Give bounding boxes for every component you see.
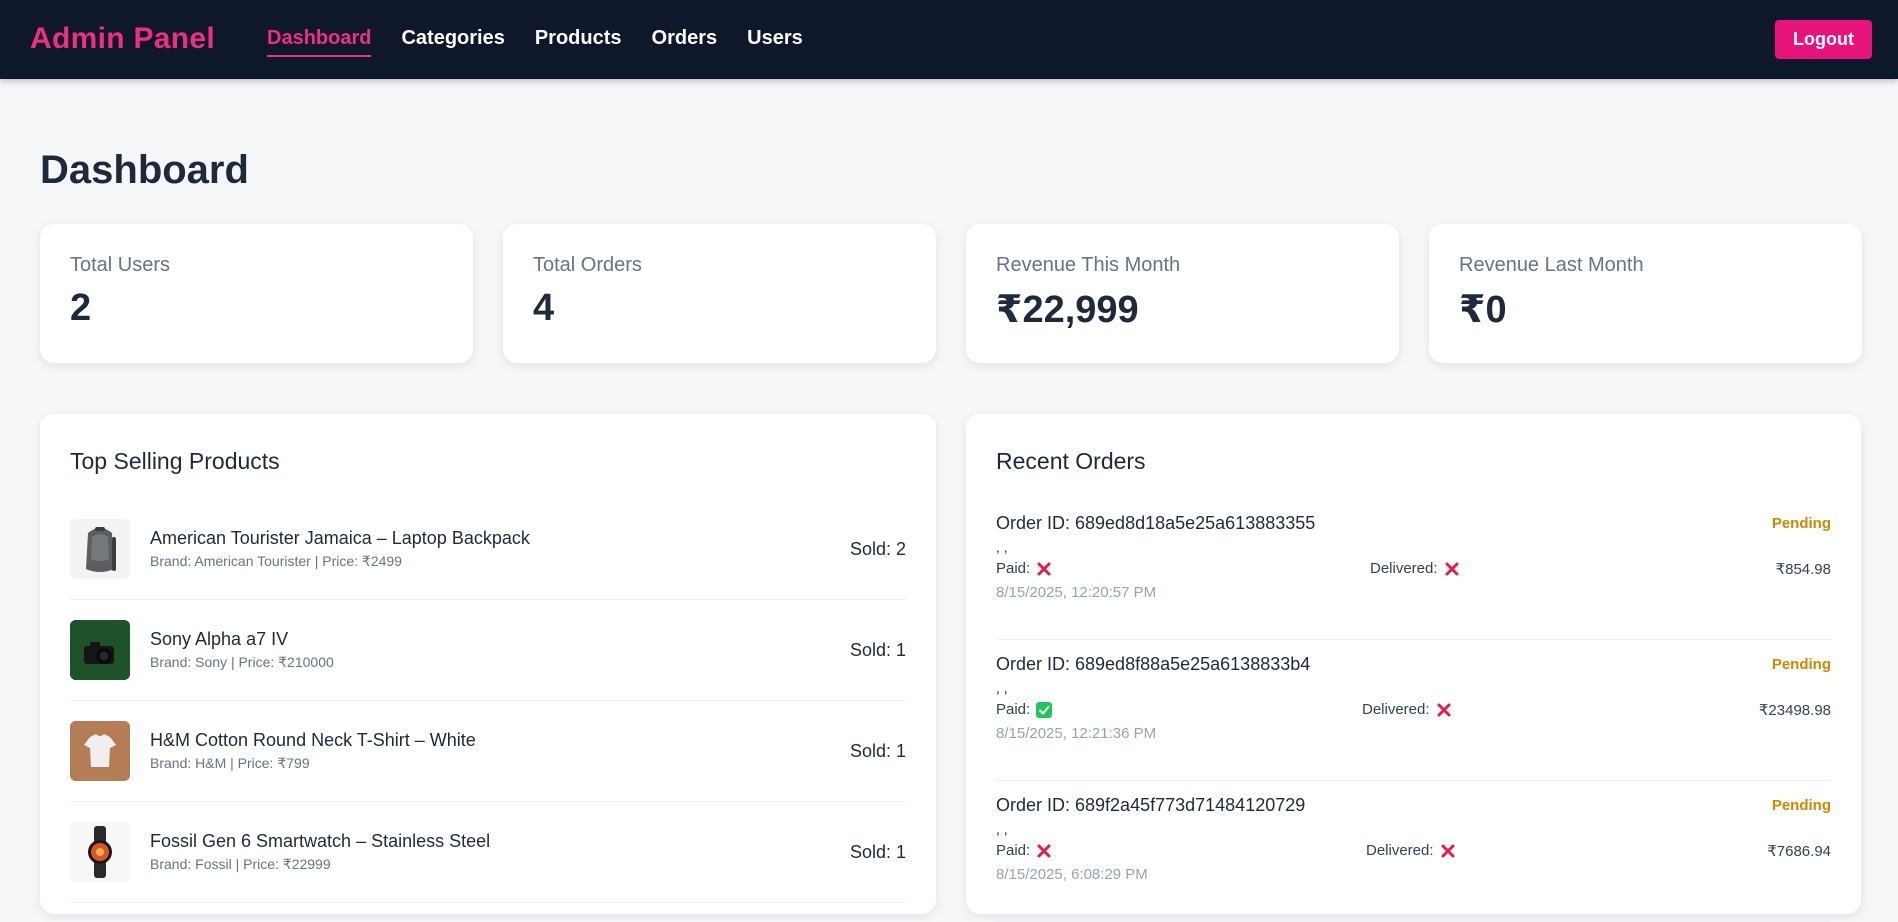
order-address: , ,	[996, 680, 1008, 696]
order-address: , ,	[996, 539, 1008, 555]
product-meta: Brand: H&M | Price: ₹799	[150, 755, 310, 771]
product-row[interactable]: H&M Cotton Round Neck T-Shirt – White Br…	[70, 701, 906, 802]
product-meta: Brand: American Tourister | Price: ₹2499	[150, 553, 402, 569]
order-status-badge: Pending	[1771, 797, 1831, 814]
product-sold-count: Sold: 1	[849, 841, 906, 862]
stat-value: ₹0	[1459, 289, 1507, 331]
stat-card-total-orders: Total Orders 4	[503, 224, 936, 363]
stat-label: Revenue Last Month	[1459, 254, 1644, 276]
order-date: 8/15/2025, 6:08:29 PM	[996, 866, 1148, 883]
order-delivered: Delivered:	[1362, 701, 1452, 718]
stat-label: Total Users	[70, 254, 171, 276]
order-total: ₹854.98	[1775, 561, 1831, 578]
order-id: Order ID: 689f2a45f773d71484120729	[996, 795, 1306, 815]
delivered-label: Delivered:	[1370, 560, 1438, 577]
stat-label: Revenue This Month	[996, 254, 1181, 276]
product-name: Sony Alpha a7 IV	[150, 629, 289, 649]
cross-icon	[1437, 703, 1451, 716]
nav-link-orders[interactable]: Orders	[652, 27, 718, 57]
order-id: Order ID: 689ed8d18a5e25a613883355	[996, 513, 1316, 533]
order-item[interactable]: Order ID: 689ed8f88a5e25a6138833b4 Pendi…	[996, 640, 1831, 781]
product-info: Sony Alpha a7 IV Brand: Sony | Price: ₹2…	[150, 629, 850, 671]
order-item[interactable]: Order ID: 689ed8d18a5e25a613883355 Pendi…	[996, 499, 1831, 640]
cross-icon	[1445, 562, 1459, 575]
order-paid: Paid:	[996, 560, 1052, 577]
product-name: Fossil Gen 6 Smartwatch – Stainless Stee…	[150, 831, 491, 851]
product-row[interactable]: Fossil Gen 6 Smartwatch – Stainless Stee…	[70, 802, 906, 903]
paid-label: Paid:	[996, 701, 1031, 718]
product-info: American Tourister Jamaica – Laptop Back…	[150, 528, 850, 570]
product-row[interactable]: American Tourister Jamaica – Laptop Back…	[70, 499, 906, 600]
nav-link-products[interactable]: Products	[535, 27, 622, 57]
cross-icon	[1037, 844, 1051, 857]
delivered-label: Delivered:	[1366, 842, 1434, 859]
product-row[interactable]: Sony Alpha a7 IV Brand: Sony | Price: ₹2…	[70, 600, 906, 701]
delivered-label: Delivered:	[1362, 701, 1430, 718]
nav-link-users[interactable]: Users	[747, 27, 803, 57]
order-delivered: Delivered:	[1366, 842, 1456, 859]
nav-links: Dashboard Categories Products Orders Use…	[267, 27, 803, 57]
camera-thumbnail	[70, 620, 130, 680]
stat-value: ₹22,999	[996, 289, 1139, 331]
order-id: Order ID: 689ed8f88a5e25a6138833b4	[996, 654, 1311, 674]
order-status-badge: Pending	[1771, 656, 1831, 673]
stat-card-revenue-this-month: Revenue This Month ₹22,999	[966, 224, 1399, 363]
page-title: Dashboard	[40, 148, 249, 192]
backpack-thumbnail	[70, 519, 130, 579]
cross-icon	[1441, 844, 1455, 857]
order-status-badge: Pending	[1771, 515, 1831, 532]
cross-icon	[1037, 562, 1051, 575]
order-paid: Paid:	[996, 701, 1053, 718]
smartwatch-thumbnail	[70, 822, 130, 882]
product-meta: Brand: Sony | Price: ₹210000	[150, 654, 334, 670]
tshirt-thumbnail	[70, 721, 130, 781]
check-icon	[1036, 701, 1053, 718]
paid-label: Paid:	[996, 842, 1031, 859]
paid-label: Paid:	[996, 560, 1031, 577]
product-info: H&M Cotton Round Neck T-Shirt – White Br…	[150, 730, 850, 772]
order-delivered: Delivered:	[1370, 560, 1460, 577]
product-meta: Brand: Fossil | Price: ₹22999	[150, 856, 331, 872]
product-name: American Tourister Jamaica – Laptop Back…	[150, 528, 530, 548]
order-date: 8/15/2025, 12:21:36 PM	[996, 725, 1157, 742]
panel-title: Top Selling Products	[70, 448, 280, 474]
order-date: 8/15/2025, 12:20:57 PM	[996, 584, 1157, 601]
nav-link-dashboard[interactable]: Dashboard	[267, 27, 372, 57]
product-sold-count: Sold: 1	[849, 740, 906, 761]
panel-title: Recent Orders	[996, 448, 1146, 474]
product-name: H&M Cotton Round Neck T-Shirt – White	[150, 730, 476, 750]
top-selling-products-panel: Top Selling Products American Tourister …	[40, 414, 936, 914]
brand-logo[interactable]: Admin Panel	[30, 22, 215, 56]
top-navbar: Admin Panel Dashboard Categories Product…	[0, 0, 1898, 79]
order-address: , ,	[996, 821, 1008, 837]
order-item[interactable]: Order ID: 689f2a45f773d71484120729 Pendi…	[996, 781, 1831, 922]
stat-card-revenue-last-month: Revenue Last Month ₹0	[1429, 224, 1862, 363]
stat-label: Total Orders	[533, 254, 642, 276]
product-sold-count: Sold: 2	[849, 538, 906, 559]
product-info: Fossil Gen 6 Smartwatch – Stainless Stee…	[150, 831, 850, 873]
stat-card-total-users: Total Users 2	[40, 224, 473, 363]
stat-value: 2	[70, 287, 92, 329]
product-sold-count: Sold: 1	[849, 639, 906, 660]
order-total: ₹7686.94	[1767, 843, 1831, 860]
nav-link-categories[interactable]: Categories	[401, 27, 504, 57]
order-total: ₹23498.98	[1758, 702, 1831, 719]
stat-value: 4	[533, 287, 555, 329]
recent-orders-panel: Recent Orders Order ID: 689ed8d18a5e25a6…	[966, 414, 1861, 922]
logout-button[interactable]: Logout	[1775, 20, 1872, 59]
order-paid: Paid:	[996, 842, 1052, 859]
